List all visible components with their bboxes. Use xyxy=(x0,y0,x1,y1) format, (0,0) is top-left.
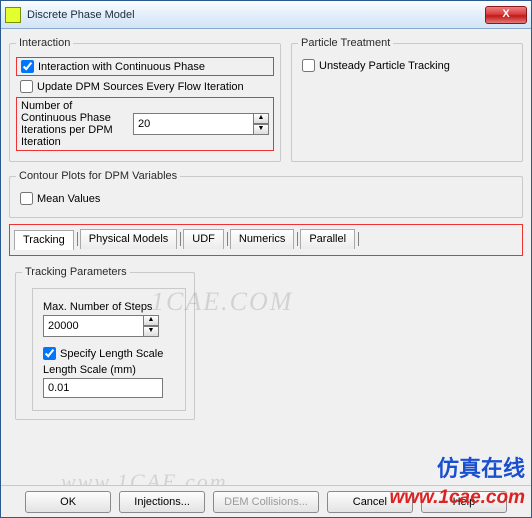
chk-unsteady[interactable] xyxy=(302,59,315,72)
tab-sep-icon xyxy=(297,232,298,246)
spin-up-icon[interactable]: ▲ xyxy=(253,113,269,124)
input-num-continuous[interactable] xyxy=(133,113,253,135)
lbl-num-continuous-b: Iterations per DPM Iteration xyxy=(21,124,113,148)
dialog-window: Discrete Phase Model X Interaction Inter… xyxy=(0,0,532,518)
interaction-group: Interaction Interaction with Continuous … xyxy=(9,37,281,162)
lbl-update-dpm: Update DPM Sources Every Flow Iteration xyxy=(37,81,244,93)
spin-up-icon[interactable]: ▲ xyxy=(143,315,159,326)
contour-group: Contour Plots for DPM Variables Mean Val… xyxy=(9,170,523,218)
tab-numerics[interactable]: Numerics xyxy=(230,229,294,249)
window-title: Discrete Phase Model xyxy=(27,9,485,21)
dem-collisions-button[interactable]: DEM Collisions... xyxy=(213,491,319,513)
lbl-interaction-continuous: Interaction with Continuous Phase xyxy=(38,61,205,73)
tab-parallel[interactable]: Parallel xyxy=(300,229,355,249)
tracking-legend: Tracking Parameters xyxy=(22,266,130,278)
row-num-continuous: Number of Continuous Phase Iterations pe… xyxy=(16,97,274,151)
tab-tracking[interactable]: Tracking xyxy=(14,230,74,250)
lbl-length-scale: Length Scale (mm) xyxy=(43,364,175,376)
row-interaction-continuous: Interaction with Continuous Phase xyxy=(16,57,274,76)
interaction-legend: Interaction xyxy=(16,37,73,49)
spin-num-continuous: ▲ ▼ xyxy=(133,113,269,135)
tab-strip: Tracking Physical Models UDF Numerics Pa… xyxy=(14,229,518,249)
tracking-box: Max. Number of Steps ▲ ▼ Specify Length … xyxy=(32,288,186,411)
tab-sep-icon xyxy=(227,232,228,246)
input-max-steps[interactable] xyxy=(43,315,143,337)
row-unsteady: Unsteady Particle Tracking xyxy=(298,57,516,74)
tab-sep-icon xyxy=(77,232,78,246)
content-area: Interaction Interaction with Continuous … xyxy=(1,29,531,485)
lbl-num-continuous-a: Number of Continuous Phase xyxy=(21,100,111,124)
chk-interaction-continuous[interactable] xyxy=(21,60,34,73)
chk-specify-length[interactable] xyxy=(43,347,56,360)
tab-sep-icon xyxy=(358,232,359,246)
tab-physical-models[interactable]: Physical Models xyxy=(80,229,177,249)
row-mean: Mean Values xyxy=(16,190,516,207)
spin-down-icon[interactable]: ▼ xyxy=(143,326,159,337)
brand-cn: 仿真在线 xyxy=(437,451,525,483)
tab-udf[interactable]: UDF xyxy=(183,229,224,249)
injections-button[interactable]: Injections... xyxy=(119,491,205,513)
lbl-mean: Mean Values xyxy=(37,193,100,205)
tracking-params-group: Tracking Parameters Max. Number of Steps… xyxy=(15,266,195,420)
ok-button[interactable]: OK xyxy=(25,491,111,513)
input-length-scale[interactable] xyxy=(43,378,163,398)
titlebar: Discrete Phase Model X xyxy=(1,1,531,29)
chk-update-dpm[interactable] xyxy=(20,80,33,93)
close-button[interactable]: X xyxy=(485,6,527,24)
particle-group: Particle Treatment Unsteady Particle Tra… xyxy=(291,37,523,162)
lbl-unsteady: Unsteady Particle Tracking xyxy=(319,60,450,72)
tab-sep-icon xyxy=(180,232,181,246)
contour-legend: Contour Plots for DPM Variables xyxy=(16,170,180,182)
particle-legend: Particle Treatment xyxy=(298,37,393,49)
tracking-panel: Tracking Parameters Max. Number of Steps… xyxy=(9,266,523,420)
lbl-max-steps: Max. Number of Steps xyxy=(43,301,175,313)
lbl-specify-length: Specify Length Scale xyxy=(60,348,163,360)
app-icon xyxy=(5,7,21,23)
tabs-container: Tracking Physical Models UDF Numerics Pa… xyxy=(9,224,523,256)
lbl-num-continuous: Number of Continuous Phase Iterations pe… xyxy=(21,100,127,148)
chk-mean[interactable] xyxy=(20,192,33,205)
row-update-dpm: Update DPM Sources Every Flow Iteration xyxy=(16,78,274,95)
spin-down-icon[interactable]: ▼ xyxy=(253,124,269,135)
brand-url: www.1cae.com xyxy=(389,487,525,509)
